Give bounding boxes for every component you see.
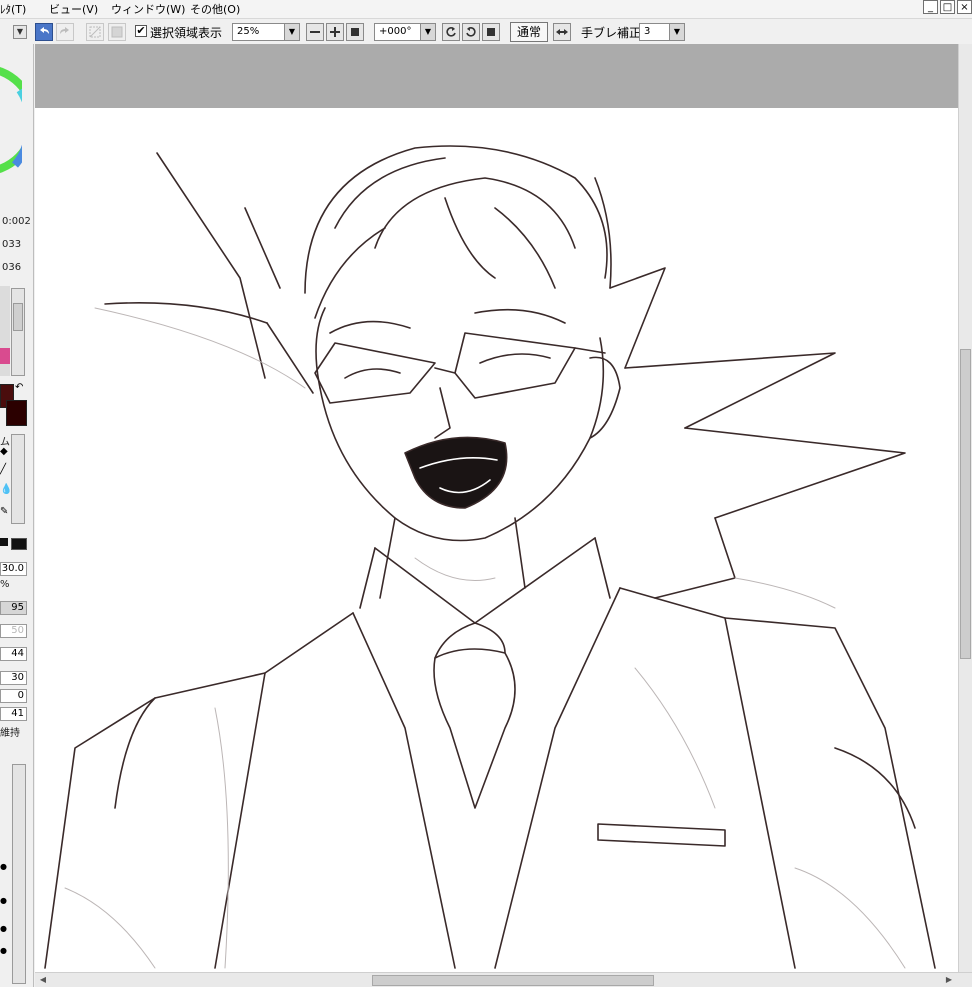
secondary-color-swatch[interactable] [6,400,27,426]
swap-colors-icon[interactable]: ↶ [15,382,23,393]
horizontal-scrollbar[interactable]: ◀ ▶ [35,972,972,987]
panel-toggle-chevron-icon[interactable]: ▼ [13,25,27,39]
horizontal-scroll-thumb[interactable] [372,975,654,986]
pen-icon[interactable]: ✎ [0,506,8,517]
menu-filter[interactable]: ﾚﾀ(T) [0,1,26,17]
color-wheel[interactable] [0,60,22,190]
vertical-scroll-thumb[interactable] [960,349,971,659]
show-selection-label: 選択領域表示 [150,26,223,40]
rotate-cw-icon[interactable] [462,23,480,41]
chevron-down-icon: ▼ [284,24,299,40]
undo-icon[interactable] [35,23,53,41]
canvas-paper[interactable] [35,108,958,972]
density-slider[interactable]: 95 [0,601,27,615]
dot-icon: ● [0,862,7,871]
scroll-left-icon[interactable]: ◀ [37,974,49,986]
blend-mode-button[interactable]: 通常 [510,22,548,42]
deselect-icon[interactable] [86,23,104,41]
chevron-down-icon: ▼ [669,24,684,40]
square-icon[interactable] [482,23,500,41]
canvas-area[interactable] [35,44,958,972]
stabilizer-label: 手ブレ補正 [581,26,642,40]
show-selection-checkbox[interactable]: ✔ [135,25,147,37]
keep-opacity-label: 維持 [0,728,20,739]
pink-swatch[interactable] [0,348,10,364]
flip-horizontal-icon[interactable] [553,23,571,41]
invert-icon[interactable] [108,23,126,41]
brush-size-field[interactable]: 30.0 [0,562,27,576]
dot-icon: ● [0,896,7,905]
minimize-button[interactable]: _ [923,0,938,14]
drop-icon[interactable]: 💧 [0,484,12,495]
rotate-ccw-icon[interactable] [442,23,460,41]
menu-other[interactable]: その他(O) [190,1,240,17]
blur-slider[interactable]: 41 [0,707,27,721]
percent-label: % [0,579,10,590]
rotation-value: +000° [379,26,412,37]
left-panel: 0:002 033 036 ↶ ム ◆ ╱ 💧 ✎ 30.0 % 95 50 4… [0,44,34,987]
persistence-slider[interactable]: 0 [0,689,27,703]
menu-view[interactable]: ビュー(V) [49,1,98,17]
brush-icon[interactable]: ╱ [0,464,6,475]
stabilizer-value: 3 [644,26,651,37]
value-3: 036 [2,262,22,273]
swatch-scrollbar[interactable] [11,288,25,376]
rotation-select[interactable]: +000° ▼ [374,23,436,41]
chevron-down-icon: ▼ [420,24,435,40]
sketch-artwork [44,145,936,969]
redo-icon[interactable] [56,23,74,41]
restore-button[interactable]: □ [940,0,955,14]
vertical-scrollbar[interactable] [958,44,972,972]
value-1: 0:002 [2,216,31,227]
blend-slider[interactable]: 44 [0,647,27,661]
zoom-value: 25% [237,26,260,37]
brush-list-scrollbar[interactable] [12,764,26,984]
scroll-right-icon[interactable]: ▶ [943,974,955,986]
tool-list-scrollbar[interactable] [11,434,25,524]
swatch-strip[interactable] [0,286,10,376]
brush-shape-round[interactable] [0,538,8,546]
swatch-scroll-thumb[interactable] [13,303,23,331]
stabilizer-select[interactable]: 3 ▼ [639,23,685,41]
plus-icon[interactable] [326,23,344,41]
square-icon[interactable] [346,23,364,41]
dilution-slider[interactable]: 30 [0,671,27,685]
dot-icon: ● [0,924,7,933]
diamond-icon[interactable]: ◆ [0,446,8,457]
min-size-slider[interactable]: 50 [0,624,27,638]
toolbar: ▼ ✔ 選択領域表示 25% ▼ +000° ▼ 通常 手ブレ補正 3 ▼ [0,19,972,44]
zoom-select[interactable]: 25% ▼ [232,23,300,41]
value-2: 033 [2,239,22,250]
dot-icon: ● [0,946,7,955]
minus-icon[interactable] [306,23,324,41]
close-button[interactable]: × [957,0,972,14]
menu-window[interactable]: ウィンドウ(W) [111,1,185,17]
menu-bar: ﾚﾀ(T) ビュー(V) ウィンドウ(W) その他(O) _ □ × [0,0,972,19]
brush-shape-square[interactable] [11,538,27,550]
